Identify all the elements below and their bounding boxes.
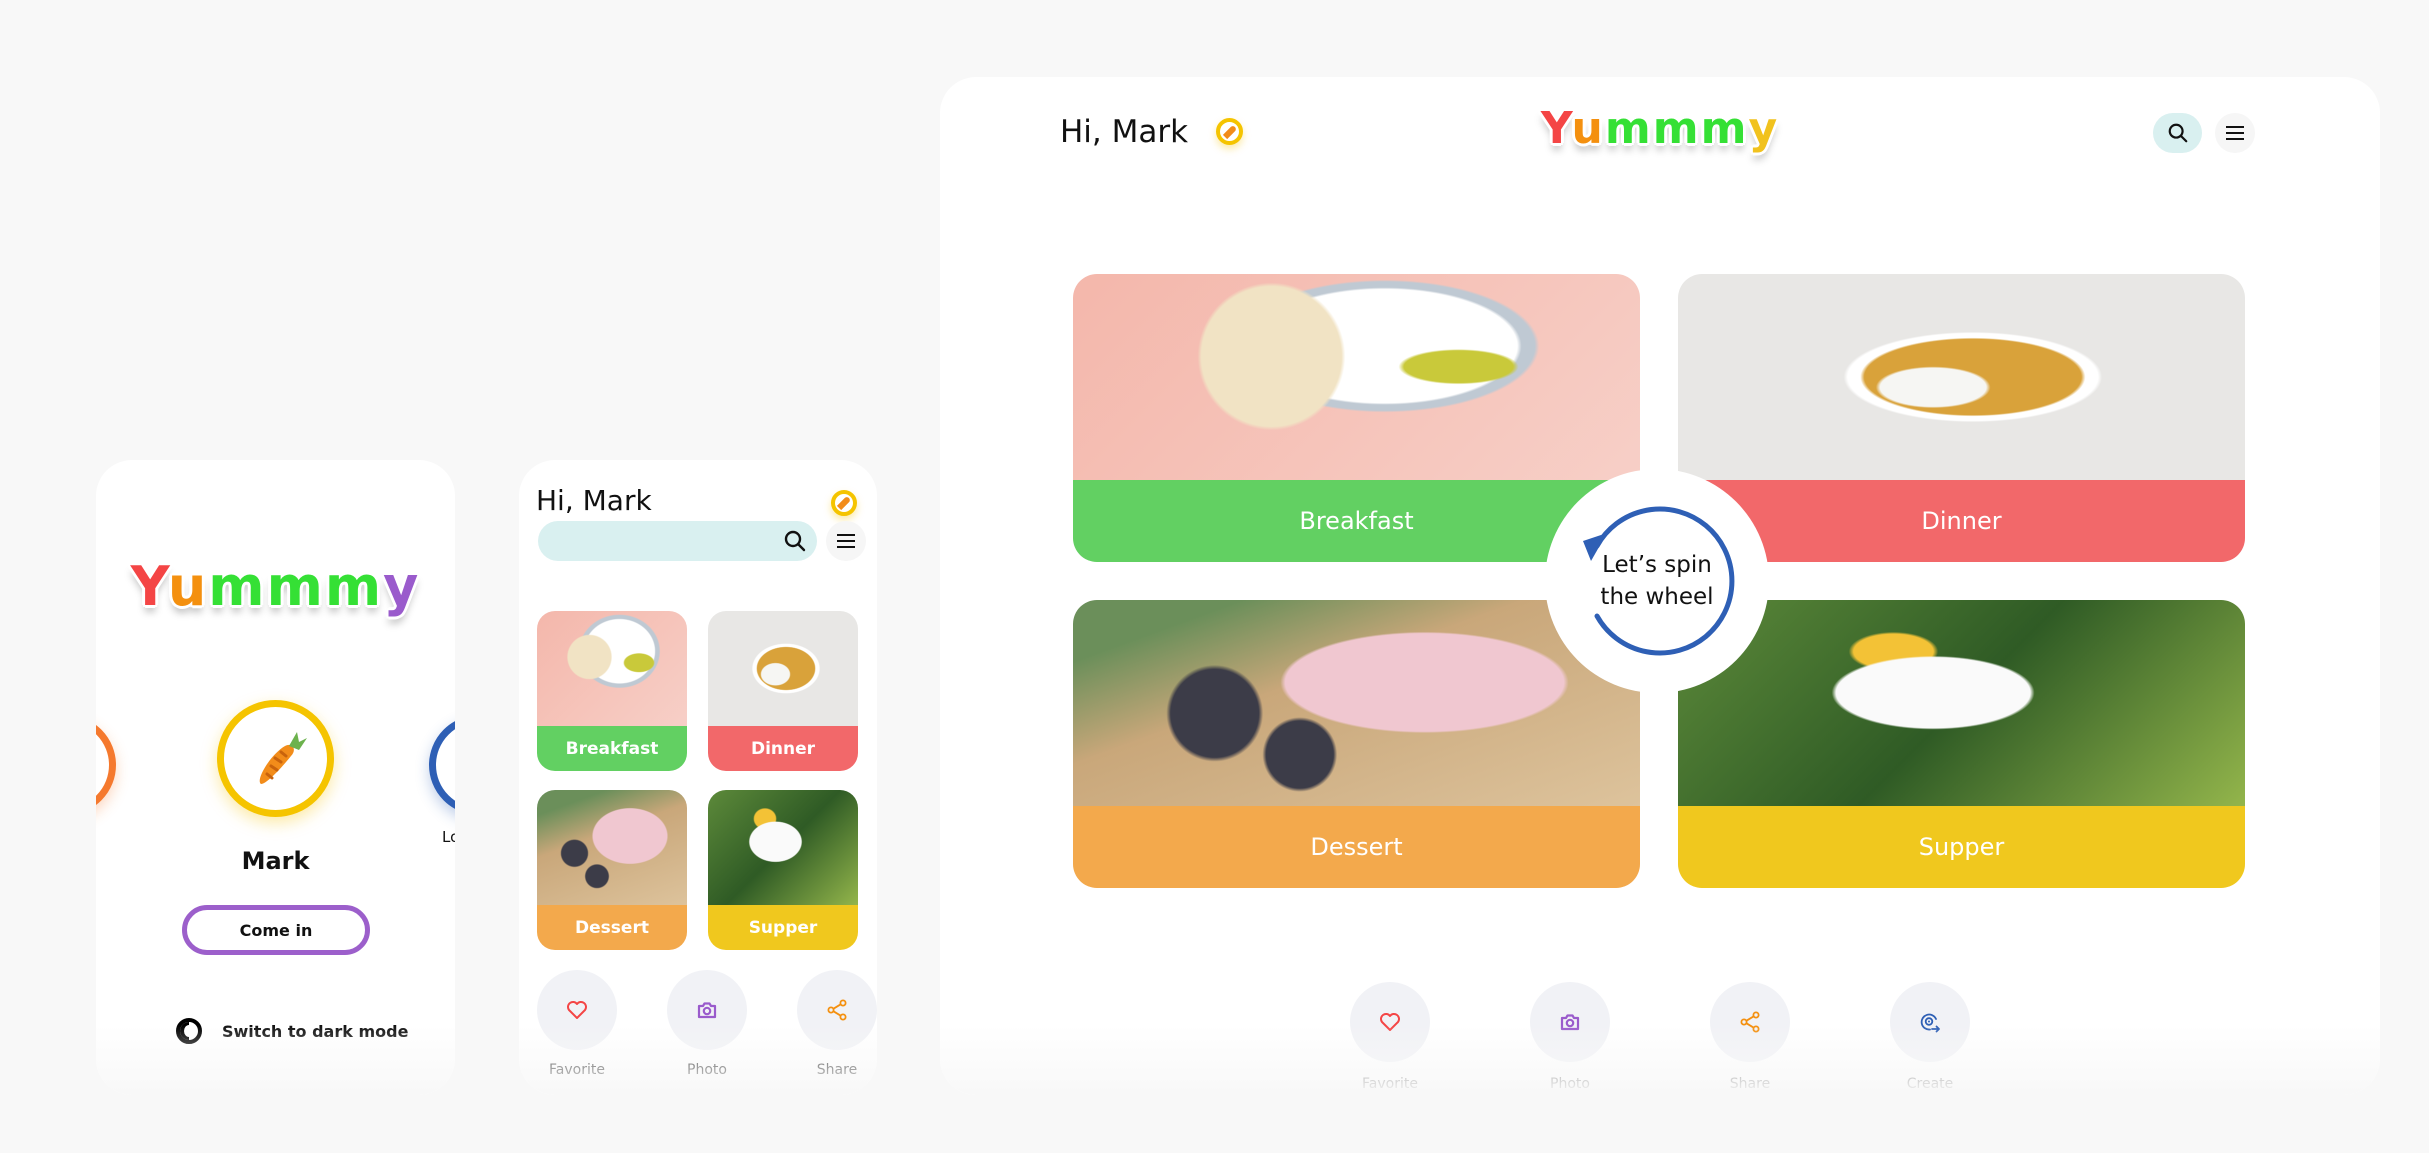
come-in-button[interactable]: Come in bbox=[182, 905, 370, 955]
create-circle[interactable] bbox=[1890, 982, 1970, 1062]
photo-label: Photo bbox=[687, 1062, 727, 1078]
phone-home-screen: Hi, Mark Breakfast Dinner Dessert Supper… bbox=[519, 460, 877, 1095]
profile-avatar-selected[interactable] bbox=[217, 700, 334, 817]
favorite-label: Favorite bbox=[549, 1062, 605, 1078]
dessert-photo bbox=[537, 790, 687, 905]
category-tile-supper[interactable]: Supper bbox=[708, 790, 858, 950]
profile-name-right: Lo bbox=[442, 828, 455, 846]
yummy-logo: Yummmy bbox=[96, 555, 455, 618]
contrast-icon bbox=[176, 1018, 202, 1044]
logo-letter: m bbox=[266, 555, 325, 618]
breakfast-photo bbox=[537, 611, 687, 726]
logo-letter: u bbox=[1571, 103, 1605, 154]
logo-letter: Y bbox=[130, 555, 168, 618]
selected-profile-name: Mark bbox=[241, 847, 310, 875]
category-tile-dinner[interactable]: Dinner bbox=[708, 611, 858, 771]
logo-letter: Y bbox=[1540, 103, 1572, 154]
carrot-icon bbox=[259, 731, 307, 784]
favorite-label: Favorite bbox=[1362, 1076, 1418, 1092]
search-button[interactable] bbox=[2153, 113, 2202, 153]
logo-letter: m bbox=[324, 555, 384, 618]
logo-letter: m bbox=[1604, 103, 1653, 154]
create-icon bbox=[1920, 1013, 1940, 1033]
category-label: Dessert bbox=[1073, 806, 1640, 888]
share-label: Share bbox=[1729, 1076, 1771, 1092]
create-label: Create bbox=[1906, 1076, 1954, 1092]
greeting: Hi, Mark bbox=[536, 484, 652, 517]
share-icon bbox=[827, 999, 847, 1021]
spin-wheel-button[interactable]: Let’s spin the wheel bbox=[1545, 469, 1769, 693]
supper-photo bbox=[708, 790, 858, 905]
share-circle[interactable] bbox=[797, 970, 877, 1050]
logo-letter: y bbox=[1748, 103, 1780, 154]
profile-avatar-right[interactable] bbox=[429, 715, 455, 815]
dinner-photo bbox=[708, 611, 858, 726]
logo-letter: u bbox=[167, 555, 209, 618]
photo-circle[interactable] bbox=[667, 970, 747, 1050]
photo-button[interactable]: Photo bbox=[1530, 982, 1610, 1092]
category-label: Supper bbox=[708, 905, 858, 950]
dark-mode-toggle[interactable]: Switch to dark mode bbox=[176, 1018, 408, 1044]
spin-wheel-label: Let’s spin the wheel bbox=[1600, 549, 1713, 613]
favorite-circle[interactable] bbox=[1350, 982, 1430, 1062]
camera-icon bbox=[697, 1002, 717, 1019]
favorite-circle[interactable] bbox=[537, 970, 617, 1050]
search-input[interactable] bbox=[538, 521, 817, 561]
share-icon bbox=[1740, 1011, 1760, 1033]
menu-button[interactable] bbox=[826, 521, 866, 561]
category-label: Dinner bbox=[708, 726, 858, 771]
logo-letter: m bbox=[1700, 103, 1749, 154]
category-tile-dessert[interactable]: Dessert bbox=[537, 790, 687, 950]
share-button[interactable]: Share bbox=[1710, 982, 1790, 1092]
dark-mode-label: Switch to dark mode bbox=[222, 1021, 409, 1041]
category-label: Dessert bbox=[537, 905, 687, 950]
heart-icon bbox=[567, 1001, 587, 1019]
category-label: Supper bbox=[1678, 806, 2245, 888]
photo-circle[interactable] bbox=[1530, 982, 1610, 1062]
spin-line-1: Let’s spin bbox=[1602, 552, 1712, 578]
dinner-photo bbox=[1678, 274, 2245, 480]
category-label: Breakfast bbox=[537, 726, 687, 771]
photo-button[interactable]: Photo bbox=[667, 970, 747, 1078]
camera-icon bbox=[1560, 1014, 1580, 1031]
create-button[interactable]: Create bbox=[1890, 982, 1970, 1092]
hamburger-icon bbox=[2226, 126, 2244, 140]
action-bar: Favorite Photo Share bbox=[537, 970, 877, 1078]
search-icon[interactable] bbox=[783, 529, 807, 553]
breakfast-photo bbox=[1073, 274, 1640, 480]
carrot-icon bbox=[836, 495, 852, 511]
tablet-home-screen: Hi, Mark Yummmy Breakfast Dinner Dessert… bbox=[940, 77, 2380, 1095]
share-circle[interactable] bbox=[1710, 982, 1790, 1062]
search-icon bbox=[2168, 123, 2187, 143]
spin-line-2: the wheel bbox=[1600, 584, 1714, 610]
login-screen: Yummmy n Mark Lo Come in Switch to dark … bbox=[96, 460, 455, 1095]
category-tile-breakfast[interactable]: Breakfast bbox=[537, 611, 687, 771]
profile-avatar-button[interactable] bbox=[831, 490, 857, 516]
share-button[interactable]: Share bbox=[797, 970, 877, 1078]
favorite-button[interactable]: Favorite bbox=[537, 970, 617, 1078]
logo-letter: m bbox=[1652, 103, 1701, 154]
photo-label: Photo bbox=[1550, 1076, 1590, 1092]
menu-button[interactable] bbox=[2215, 113, 2255, 153]
logo-letter: y bbox=[383, 555, 421, 618]
logo-letter: m bbox=[208, 555, 267, 618]
hamburger-icon bbox=[837, 534, 855, 548]
profile-avatar-left[interactable] bbox=[96, 715, 116, 815]
heart-icon bbox=[1380, 1013, 1400, 1031]
action-bar: Favorite Photo Share Create bbox=[1350, 982, 1970, 1092]
share-label: Share bbox=[816, 1062, 858, 1078]
favorite-button[interactable]: Favorite bbox=[1350, 982, 1430, 1092]
